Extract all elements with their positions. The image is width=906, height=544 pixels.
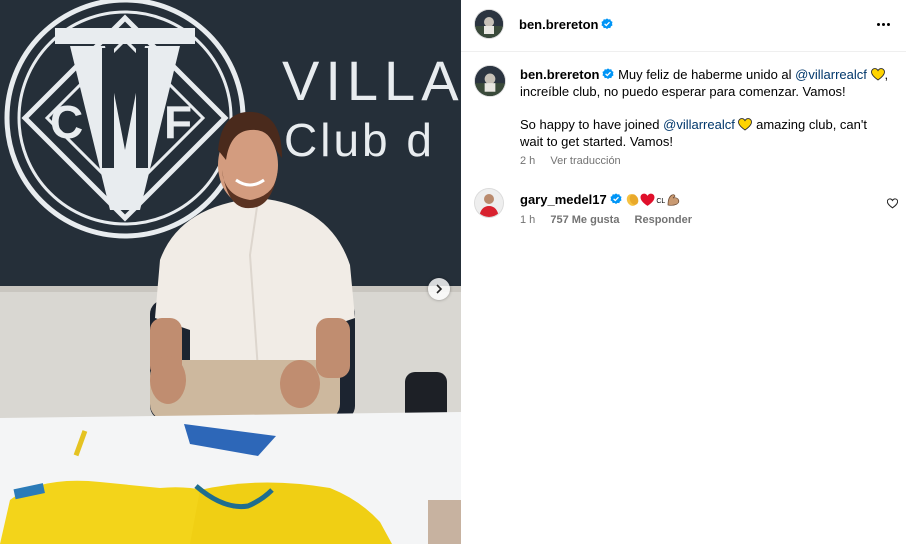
- avatar-image: [475, 189, 503, 217]
- caption-time[interactable]: 2 h: [520, 155, 535, 167]
- crest-letter-c: C: [50, 96, 83, 148]
- comment-likes[interactable]: 757 Me gusta: [550, 214, 619, 226]
- mention-link[interactable]: @villarrealcf: [663, 117, 735, 132]
- mention-link[interactable]: @villarrealcf: [795, 67, 867, 82]
- comment: gary_medel17 CL: [520, 191, 681, 210]
- post-photo[interactable]: C F VILLA Club d: [0, 0, 461, 544]
- more-options-icon[interactable]: [874, 15, 892, 33]
- header-username[interactable]: ben.brereton: [519, 17, 613, 32]
- chevron-right-icon: [436, 284, 443, 294]
- post-image: C F VILLA Club d: [0, 0, 461, 544]
- wall-text-line2: Club d: [284, 114, 435, 166]
- heart-outline-icon[interactable]: [887, 198, 898, 209]
- comment-username[interactable]: gary_medel17: [520, 192, 622, 207]
- see-translation-button[interactable]: Ver traducción: [550, 155, 620, 167]
- post-detail-panel: ben.brereton ben.brereton Muy feliz de h…: [461, 0, 906, 544]
- comment-avatar[interactable]: [475, 189, 503, 217]
- crest-letter-f: F: [164, 96, 192, 148]
- flexed-biceps-icon: [667, 194, 680, 206]
- caption-text-en-1: So happy to have joined: [520, 117, 660, 132]
- avatar[interactable]: [475, 10, 503, 38]
- avatar-image: [475, 66, 505, 96]
- next-image-button[interactable]: [428, 278, 450, 300]
- comment-meta: 1 h 757 Me gusta Responder: [520, 214, 704, 226]
- chile-flag-icon: CL: [656, 198, 666, 205]
- red-heart-icon: [640, 193, 655, 206]
- clapping-hands-icon: [627, 194, 639, 206]
- verified-badge-icon: [602, 68, 614, 79]
- caption-avatar[interactable]: [475, 66, 505, 96]
- post-header: ben.brereton: [461, 0, 906, 52]
- yellow-heart-icon: [738, 118, 753, 131]
- reply-button[interactable]: Responder: [635, 214, 692, 226]
- verified-badge-icon: [601, 18, 613, 29]
- caption-username[interactable]: ben.brereton: [520, 67, 614, 82]
- wall-text-line1: VILLA: [282, 49, 461, 112]
- avatar-image: [475, 10, 503, 38]
- caption-meta: 2 h Ver traducción: [520, 155, 633, 167]
- caption-text-es-1: Muy feliz de haberme unido al: [618, 67, 792, 82]
- yellow-heart-icon: [870, 68, 885, 81]
- verified-badge-icon: [610, 193, 622, 204]
- post-caption: ben.brereton Muy feliz de haberme unido …: [520, 66, 890, 150]
- comment-time[interactable]: 1 h: [520, 214, 535, 226]
